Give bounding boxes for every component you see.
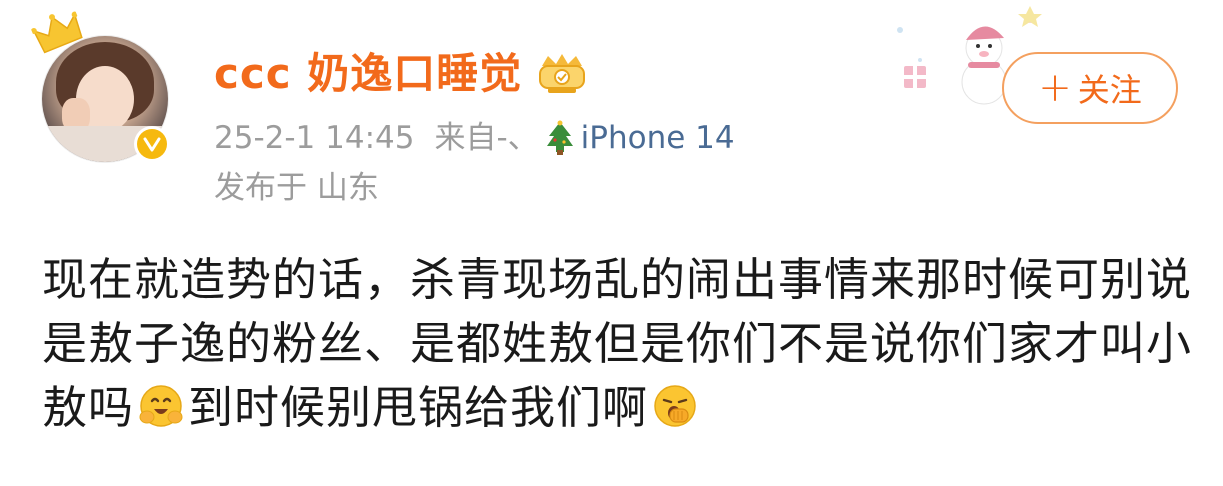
follow-label: 关注	[1077, 71, 1142, 109]
avatar-container[interactable]	[30, 11, 184, 162]
username-row: ccc 奶逸口睡觉	[214, 48, 590, 100]
device-link[interactable]: iPhone 14	[581, 116, 735, 160]
post-text-part2: 到时候别甩锅给我们啊	[188, 381, 649, 434]
post-time: 25-2-1 14:45	[214, 120, 415, 156]
christmas-tree-icon	[546, 120, 573, 155]
vip-member-icon[interactable]	[534, 52, 590, 96]
username[interactable]: ccc 奶逸口睡觉	[214, 48, 522, 100]
post-meta: 25-2-1 14:45 来自-、 iPhone 14	[214, 116, 735, 160]
source-prefix: 来自-、	[434, 120, 539, 156]
post-content: 现在就造势的话，杀青现场乱的闹出事情来那时候可别说是敖子逸的粉丝、是都姓敖但是你…	[42, 248, 1192, 440]
yawning-face-emoji	[654, 385, 696, 427]
post-location: 发布于 山东	[214, 170, 379, 206]
plus-icon: +	[1038, 65, 1072, 111]
hugging-face-emoji	[139, 385, 183, 427]
weibo-post-card: ccc 奶逸口睡觉 25-2-1 14:45 来自-、 iPhone 14 发布…	[0, 0, 1223, 486]
verified-badge-icon	[134, 126, 170, 162]
follow-button[interactable]: + 关注	[1002, 52, 1178, 124]
